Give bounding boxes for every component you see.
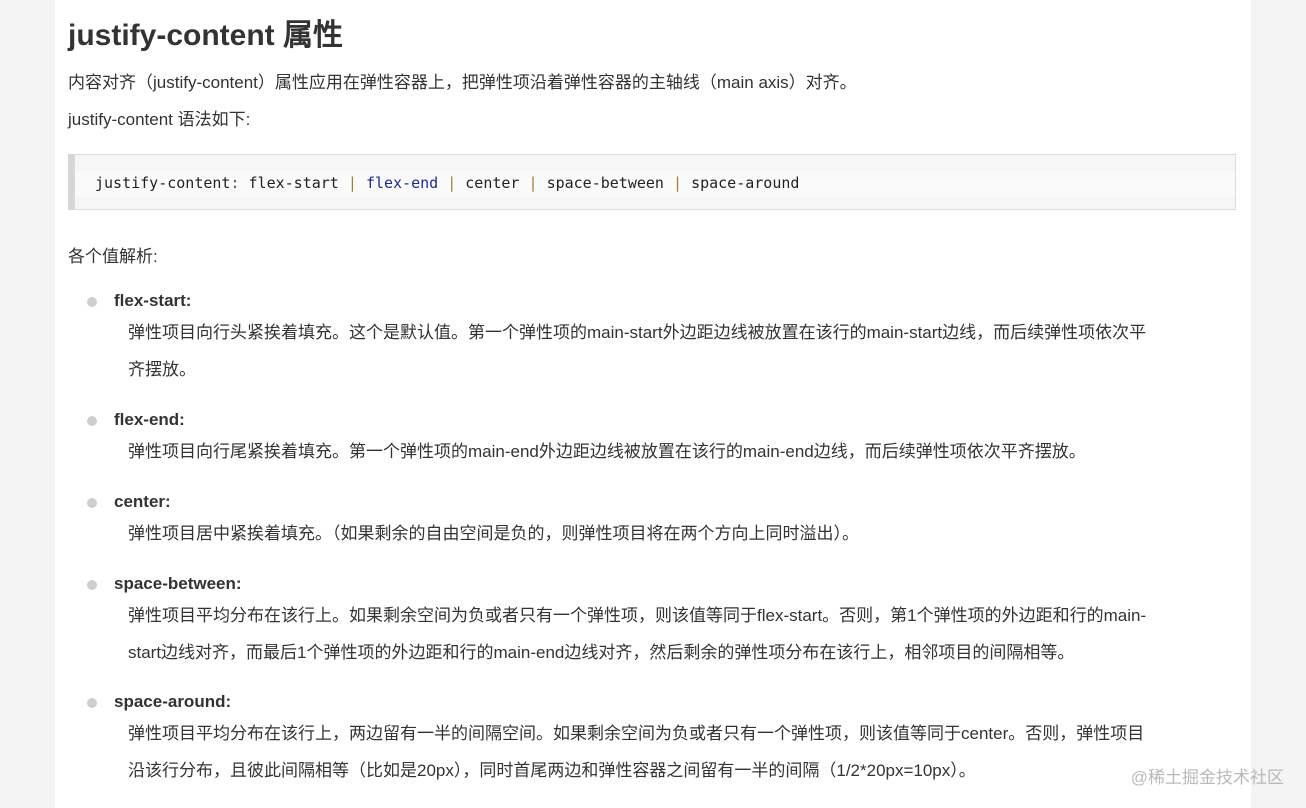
code-colon: : bbox=[230, 174, 240, 192]
description-line: start边线对齐，而最后1个弹性项的外边距和行的main-end边线对齐，然后… bbox=[128, 643, 1075, 662]
description-line: 弹性项目向行尾紧挨着填充。第一个弹性项的main-end外边距边线被放置在该行的… bbox=[128, 442, 1086, 461]
code-property: justify-content bbox=[95, 174, 231, 192]
bullet-icon bbox=[87, 698, 97, 708]
item-name: flex-start: bbox=[114, 291, 192, 310]
description-line: 齐摆放。 bbox=[128, 360, 196, 379]
code-separator: | bbox=[528, 174, 538, 192]
bullet-icon bbox=[87, 498, 97, 508]
values-intro: 各个值解析: bbox=[68, 247, 158, 266]
code-value-flex-end: flex-end bbox=[365, 174, 439, 192]
bullet-icon bbox=[87, 416, 97, 426]
code-separator: | bbox=[447, 174, 457, 192]
code-separator: | bbox=[347, 174, 357, 192]
code-value-center: center bbox=[465, 174, 520, 192]
code-value-flex-start: flex-start bbox=[248, 174, 339, 192]
code-value-space-around: space-around bbox=[691, 174, 800, 192]
syntax-intro: justify-content 语法如下: bbox=[68, 110, 251, 129]
code-block: justify-content: flex-start | flex-end |… bbox=[68, 154, 1236, 210]
bullet-icon bbox=[87, 580, 97, 590]
item-name: space-between: bbox=[114, 574, 242, 593]
description-line: 弹性项目居中紧挨着填充。（如果剩余的自由空间是负的，则弹性项目将在两个方向上同时… bbox=[128, 524, 859, 543]
intro-paragraph: 内容对齐（justify-content）属性应用在弹性容器上，把弹性项沿着弹性… bbox=[68, 73, 857, 92]
code-separator: | bbox=[673, 174, 683, 192]
article-page: justify-content 属性 内容对齐（justify-content）… bbox=[55, 0, 1251, 808]
description-line: 沿该行分布，且彼此间隔相等（比如是20px），同时首尾两边和弹性容器之间留有一半… bbox=[128, 761, 976, 780]
item-description: 弹性项目居中紧挨着填充。（如果剩余的自由空间是负的，则弹性项目将在两个方向上同时… bbox=[128, 515, 1228, 552]
item-description: 弹性项目向行尾紧挨着填充。第一个弹性项的main-end外边距边线被放置在该行的… bbox=[128, 433, 1228, 470]
code-line: justify-content: flex-start | flex-end |… bbox=[95, 174, 799, 192]
item-description: 弹性项目平均分布在该行上，两边留有一半的间隔空间。如果剩余空间为负或者只有一个弹… bbox=[128, 715, 1228, 789]
code-value-space-between: space-between bbox=[546, 174, 664, 192]
item-description: 弹性项目平均分布在该行上。如果剩余空间为负或者只有一个弹性项，则该值等同于fle… bbox=[128, 597, 1228, 671]
bullet-icon bbox=[87, 297, 97, 307]
item-name: space-around: bbox=[114, 692, 232, 711]
item-name: flex-end: bbox=[114, 410, 185, 429]
watermark: @稀土掘金技术社区 bbox=[1130, 768, 1284, 787]
description-line: 弹性项目平均分布在该行上。如果剩余空间为负或者只有一个弹性项，则该值等同于fle… bbox=[128, 606, 1147, 625]
page-title: justify-content 属性 bbox=[68, 19, 343, 52]
item-description: 弹性项目向行头紧挨着填充。这个是默认值。第一个弹性项的main-start外边距… bbox=[128, 314, 1228, 388]
description-line: 弹性项目向行头紧挨着填充。这个是默认值。第一个弹性项的main-start外边距… bbox=[128, 323, 1147, 342]
description-line: 弹性项目平均分布在该行上，两边留有一半的间隔空间。如果剩余空间为负或者只有一个弹… bbox=[128, 724, 1145, 743]
item-name: center: bbox=[114, 492, 171, 511]
